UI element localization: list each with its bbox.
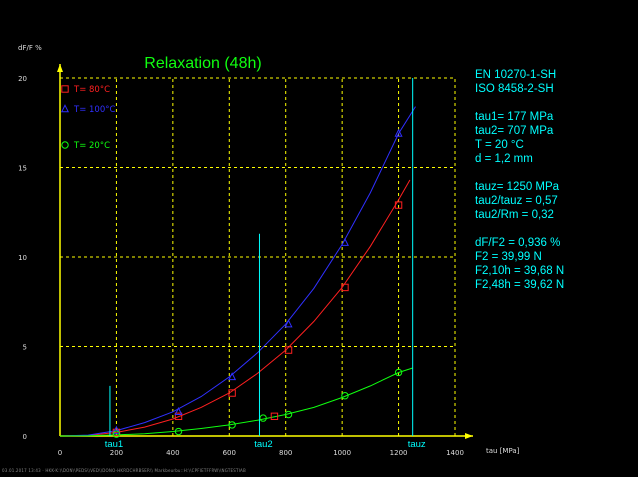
info-standards: EN 10270-1-SH ISO 8458-2-SH [475,68,556,96]
data-point [61,85,69,93]
info-forces: dF/F2 = 0,936 % F2 = 39,99 N F2,10h = 39… [475,236,564,292]
x-tick-label: 600 [223,449,236,457]
footer-path: 03.01.2017 13:43 · HKK-K:\\DON\\PEDS\\VE… [2,468,246,473]
y-axis-arrow [57,64,63,72]
info-params: tau1= 177 MPa tau2= 707 MPa T = 20 °C d … [475,110,553,166]
info-line: tau2/Rm = 0,32 [475,209,554,221]
info-line: tauz= 1250 MPa [475,181,560,193]
data-point [340,237,349,246]
grid [60,77,456,436]
series-curves [59,106,416,437]
y-tick-label: 0 [23,433,27,441]
x-tick-label: 1400 [446,449,464,457]
info-line: tau2= 707 MPa [475,125,554,137]
marker-label-tau1: tau1 [105,439,124,450]
y-tick-label: 15 [18,165,27,173]
data-point [60,104,70,113]
y-tick-label: 20 [18,75,27,83]
y-tick-label: 10 [18,254,27,262]
x-tick-label: 800 [279,449,292,457]
legend-label: T= 100°C [73,105,115,115]
x-tick-label: 1200 [390,449,408,457]
x-tick-label: 200 [110,449,123,457]
info-line: F2,10h = 39,68 N [475,265,565,277]
info-line: EN 10270-1-SH [475,69,557,81]
marker-label-tau2: tau2 [254,439,273,450]
x-tick-label: 0 [58,449,62,457]
data-point [341,283,349,292]
tau-markers: tau1 tau2 tauz [105,78,426,450]
data-point [61,141,69,149]
x-axis-arrow [465,433,473,439]
info-line: F2 = 39,99 N [475,251,542,263]
info-ratios: tauz= 1250 MPa tau2/tauz = 0,57 tau2/Rm … [475,180,559,222]
info-line: F2,48h = 39,62 N [475,279,565,291]
info-line: d = 1,2 mm [475,153,533,165]
x-axis-label: tau [MPa] [486,447,520,455]
info-line: tau2/tauz = 0,57 [475,195,558,207]
info-line: ISO 8458-2-SH [475,83,554,95]
legend-label: T= 80°C [73,85,110,95]
chart-title: Relaxation (48h) [144,55,261,72]
series-line [59,179,411,437]
marker-label-tauz: tauz [408,439,426,450]
series-line [59,367,413,437]
legend: T= 80°C T= 100°C T= 20°C [60,85,115,151]
x-tick-label: 1000 [333,449,351,457]
legend-label: T= 20°C [73,141,110,151]
x-tick-label: 400 [166,449,179,457]
info-line: tau1= 177 MPa [475,111,554,123]
y-tick-label: 5 [23,344,27,352]
info-line: T = 20 °C [475,139,524,151]
info-line: dF/F2 = 0,936 % [475,237,561,249]
y-axis-label: dF/F % [18,44,42,52]
